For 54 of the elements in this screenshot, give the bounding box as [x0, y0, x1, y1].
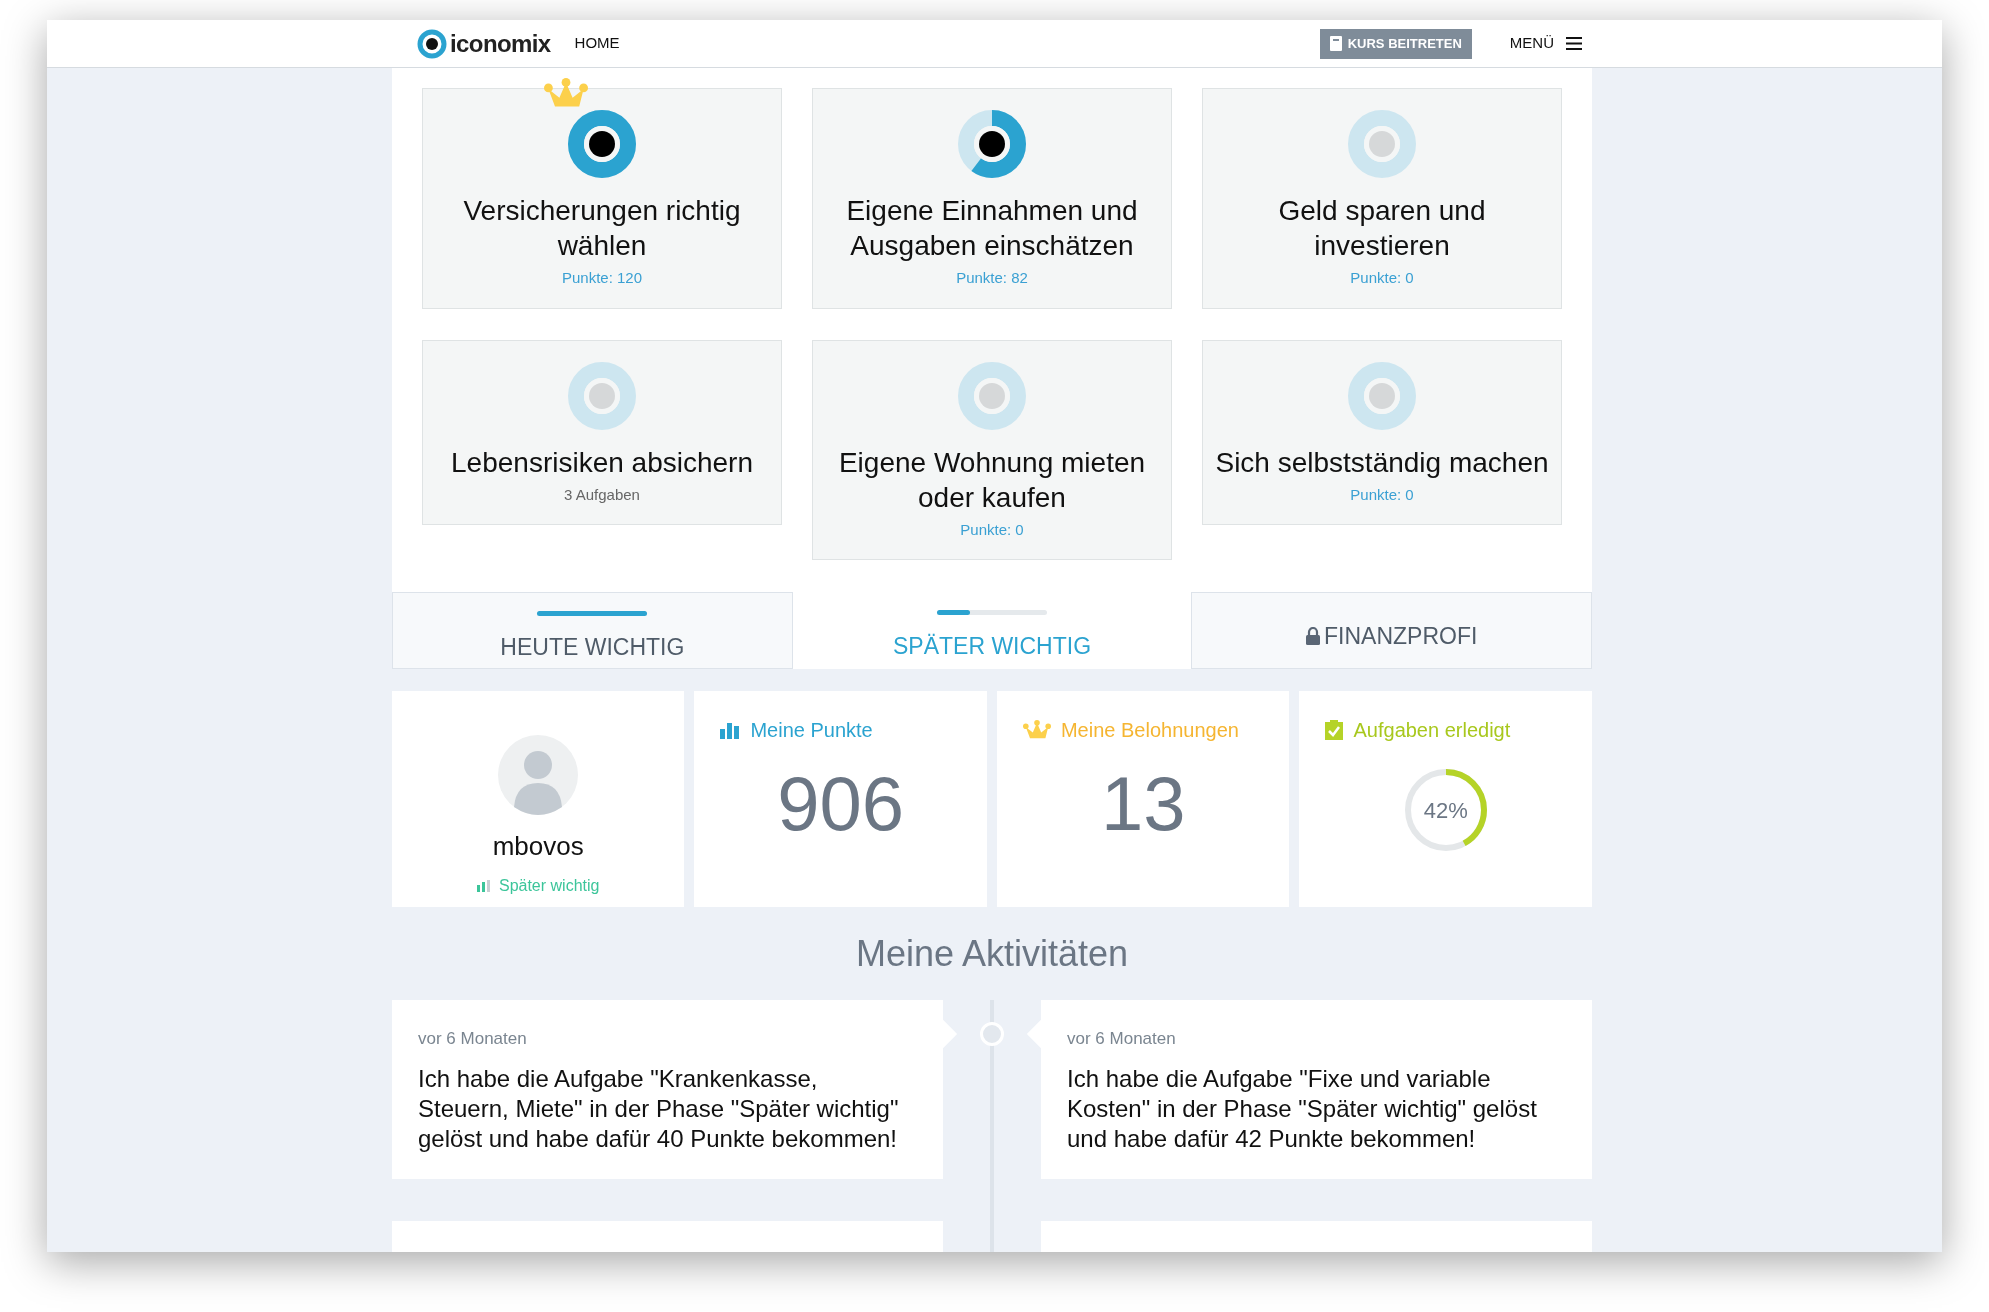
stat-value: 42% [1422, 796, 1469, 825]
username: mbovos [492, 830, 584, 863]
progress-ring-icon [957, 109, 1027, 179]
course-subtitle: 3 Aufgaben [564, 484, 640, 505]
progress-ring-icon [567, 109, 637, 179]
level-bars-icon [476, 880, 491, 892]
tab-label: FINANZPROFI [1324, 622, 1478, 651]
phase-label: Später wichtig [498, 876, 600, 896]
course-card[interactable]: Lebensrisiken absichern 3 Aufgaben [422, 339, 782, 525]
course-title: Eigene Wohnung mieten oder kaufen [837, 445, 1147, 515]
activities-heading: Meine Aktivitäten [854, 931, 1130, 976]
stat-title: Meine Punkte [750, 718, 873, 743]
activity-text: Ich habe die Aufgabe "Krankenkasse, Steuern, Miete" in der Phase "Später wichtig" gelöst und habe dafür 40 Punkte bekommen! [418, 1063, 900, 1154]
avatar-icon [498, 735, 579, 815]
course-title: Geld sparen und investieren [1277, 194, 1487, 263]
crown-icon [1022, 719, 1051, 741]
stat-title: Meine Belohnungen [1060, 718, 1239, 743]
course-card[interactable]: Eigene Einnahmen und Ausgaben einschätzen Punkte: 82 [812, 88, 1172, 309]
bar-chart-icon [720, 721, 741, 739]
tab-label: SPÄTER WICHTIG [892, 632, 1092, 661]
book-icon [1329, 36, 1342, 51]
home-link[interactable]: HOME [574, 32, 620, 55]
course-subtitle: Punkte: 0 [960, 519, 1024, 540]
progress-ring-icon [1347, 109, 1417, 179]
phase-tab[interactable]: FINANZPROFI [1191, 592, 1592, 669]
course-card[interactable]: Geld sparen und investieren Punkte: 0 [1202, 88, 1562, 309]
stat-title: Aufgaben erledigt [1353, 718, 1511, 743]
stat-value: 13 [1100, 760, 1186, 848]
progress-ring-icon [567, 360, 637, 431]
course-card[interactable]: Sich selbstständig machen Punkte: 0 [1202, 339, 1562, 525]
course-title: Sich selbstständig machen [1215, 445, 1549, 480]
menu-icon [1566, 37, 1582, 50]
course-title: Lebensrisiken absichern [451, 445, 753, 480]
progress-ring-icon [1347, 360, 1417, 431]
checklist-icon [1325, 720, 1344, 740]
course-card[interactable]: Versicherungen richtig wählen Punkte: 120 [422, 88, 782, 309]
course-subtitle: Punkte: 120 [561, 268, 643, 288]
lock-icon [1306, 627, 1320, 646]
logo-wordmark[interactable]: iconomix [450, 25, 551, 62]
progress-ring-icon [957, 360, 1027, 431]
activity-time: vor 6 Monaten [418, 1028, 528, 1050]
activity-text: Ich habe die Aufgabe "Fixe und variable Kosten" in der Phase "Später wichtig" gelöst und habe dafür 42 Punkte bekommen! [1067, 1063, 1538, 1154]
phase-tab[interactable]: HEUTE WICHTIG [392, 592, 793, 669]
course-subtitle: Punkte: 82 [956, 268, 1028, 288]
stat-value: 906 [777, 760, 905, 848]
course-subtitle: Punkte: 0 [1350, 268, 1414, 288]
course-subtitle: Punkte: 0 [1350, 484, 1414, 505]
logo-eye-icon [417, 28, 447, 59]
course-title: Eigene Einnahmen und Ausgaben einschätzen [845, 194, 1139, 263]
activity-time: vor 6 Monaten [1067, 1028, 1177, 1050]
tab-label: HEUTE WICHTIG [500, 633, 685, 662]
course-card[interactable]: Eigene Wohnung mieten oder kaufen Punkte: 0 [812, 339, 1172, 560]
menu-button[interactable]: MENÜ [1509, 32, 1582, 55]
course-title: Versicherungen richtig wählen [462, 194, 742, 263]
